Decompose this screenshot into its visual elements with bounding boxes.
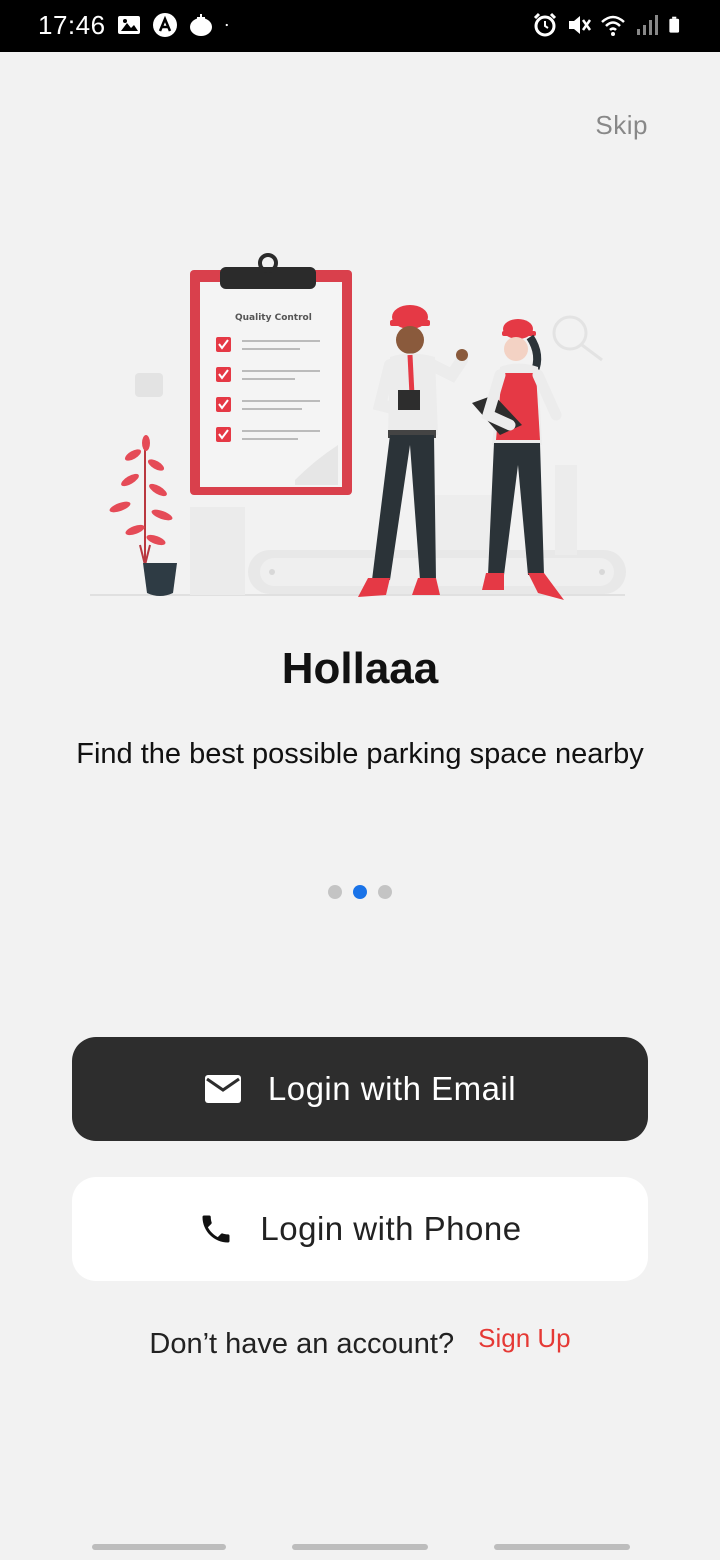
app-icon (153, 13, 177, 37)
status-left-icons (116, 12, 236, 38)
onboarding-title: Hollaaa (281, 644, 439, 693)
page-indicator (0, 885, 720, 899)
page-dot[interactable] (328, 885, 342, 899)
no-account-text: Don’t have an account? (149, 1328, 455, 1360)
email-icon (204, 1075, 241, 1103)
signup-row: Don’t have an account? Sign Up (0, 1322, 720, 1361)
status-time: 17:46 (38, 10, 106, 40)
onboarding-subtitle: Find the best possible parking space nea… (76, 738, 644, 770)
status-right-icons (532, 12, 686, 38)
page-dot[interactable] (378, 885, 392, 899)
signal-icon (637, 15, 658, 35)
nav-recents-bar[interactable] (92, 1544, 226, 1550)
nav-back-bar[interactable] (494, 1544, 630, 1550)
alarm-icon (533, 12, 557, 37)
gesture-nav-bar (0, 1536, 720, 1560)
login-phone-label: Login with Phone (260, 1210, 522, 1247)
mute-icon (569, 16, 592, 34)
phone-icon (202, 1215, 230, 1243)
nav-home-bar[interactable] (292, 1544, 428, 1550)
signup-link[interactable]: Sign Up (478, 1323, 571, 1354)
skip-button[interactable]: Skip (595, 110, 648, 141)
image-icon (118, 16, 140, 34)
page-dot-active[interactable] (353, 885, 367, 899)
dot-icon (225, 23, 228, 27)
onboarding-illustration: Quality Control (90, 253, 626, 600)
tomato-icon (190, 14, 212, 36)
status-bar: 17:46 (0, 0, 720, 52)
clipboard-caption: Quality Control (235, 313, 312, 323)
login-phone-button[interactable]: Login with Phone (72, 1177, 648, 1281)
login-email-label: Login with Email (267, 1070, 517, 1107)
login-email-button[interactable]: Login with Email (72, 1037, 648, 1141)
battery-icon (669, 16, 680, 33)
wifi-icon (601, 15, 625, 36)
